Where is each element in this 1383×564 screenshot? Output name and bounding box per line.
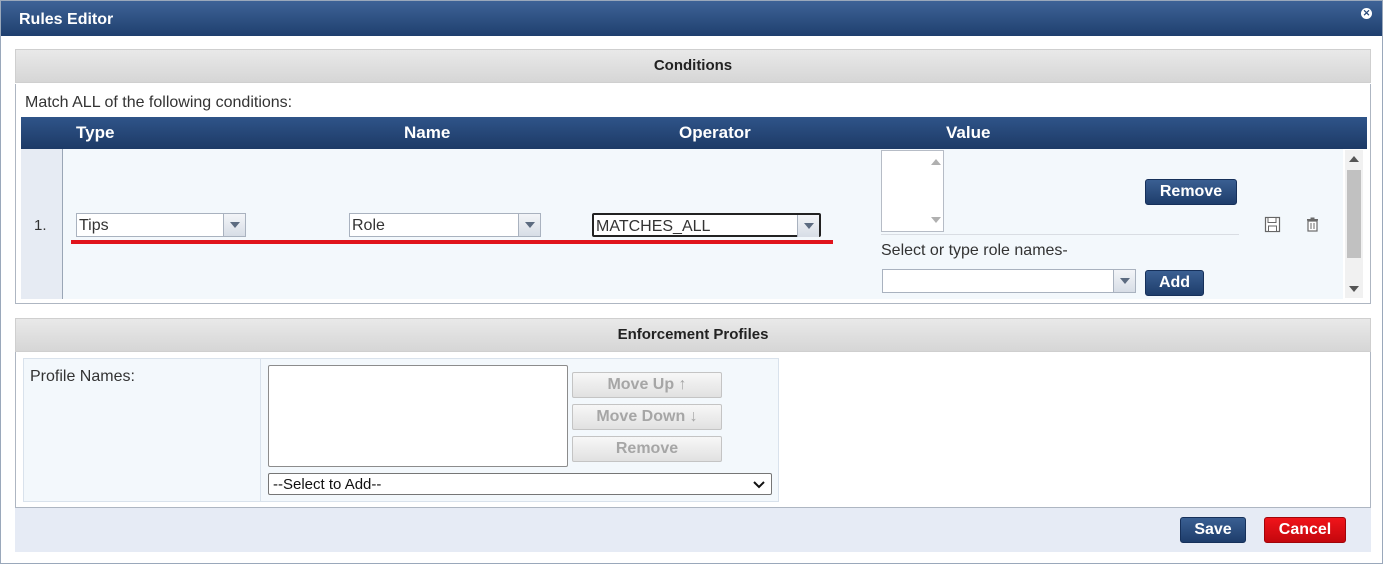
save-icon[interactable]: [1264, 216, 1281, 233]
dialog-footer: [15, 508, 1371, 552]
operator-value: MATCHES_ALL: [596, 218, 711, 235]
value-divider: [881, 234, 1239, 235]
remove-profile-button[interactable]: Remove: [572, 436, 722, 462]
type-select[interactable]: Tips: [76, 213, 246, 237]
enforcement-header: Enforcement Profiles: [15, 318, 1371, 352]
select-to-add-dropdown[interactable]: --Select to Add--: [268, 473, 772, 495]
conditions-grid-header: Type Name Operator Value: [21, 117, 1367, 149]
chevron-down-icon: [753, 481, 765, 489]
dialog-titlebar[interactable]: Rules Editor ✕: [1, 1, 1382, 36]
dropdown-arrow-icon[interactable]: [1113, 270, 1135, 292]
column-operator: Operator: [679, 123, 751, 142]
row-number-cell: 1.: [21, 149, 63, 299]
dropdown-arrow-icon[interactable]: [797, 215, 819, 237]
dropdown-arrow-icon[interactable]: [518, 214, 540, 236]
column-name: Name: [404, 123, 451, 142]
close-icon[interactable]: ✕: [1361, 8, 1372, 19]
scroll-down-icon[interactable]: [931, 217, 941, 223]
operator-select[interactable]: MATCHES_ALL: [592, 213, 821, 237]
profile-names-list[interactable]: [268, 365, 568, 467]
profile-names-label: Profile Names:: [30, 368, 135, 385]
row-number: 1.: [34, 217, 47, 234]
conditions-header: Conditions: [15, 49, 1371, 83]
cancel-button[interactable]: Cancel: [1264, 517, 1346, 543]
scroll-up-icon[interactable]: [931, 159, 941, 165]
scroll-up-icon[interactable]: [1349, 156, 1359, 162]
remove-value-button[interactable]: Remove: [1145, 179, 1237, 205]
select-to-add-value: --Select to Add--: [273, 476, 382, 493]
column-value: Value: [946, 123, 991, 142]
save-button[interactable]: Save: [1180, 517, 1246, 543]
dialog-title: Rules Editor: [19, 11, 114, 28]
scrollbar-thumb[interactable]: [1347, 170, 1361, 258]
type-value: Tips: [79, 217, 109, 234]
scroll-down-icon[interactable]: [1349, 286, 1359, 292]
profile-label-cell: Profile Names:: [23, 358, 261, 502]
name-select[interactable]: Role: [349, 213, 541, 237]
role-combo[interactable]: [882, 269, 1136, 293]
move-down-button[interactable]: Move Down ↓: [572, 404, 722, 430]
match-label: Match ALL of the following conditions:: [25, 94, 293, 111]
name-value: Role: [352, 217, 385, 234]
column-type: Type: [76, 123, 115, 142]
row-scrollbar[interactable]: [1345, 150, 1363, 298]
move-up-button[interactable]: Move Up ↑: [572, 372, 722, 398]
highlight-underline: [71, 240, 833, 244]
rules-editor-dialog: Rules Editor ✕ Conditions Match ALL of t…: [0, 0, 1383, 564]
role-hint: Select or type role names-: [881, 242, 1068, 259]
add-value-button[interactable]: Add: [1145, 270, 1204, 296]
dropdown-arrow-icon[interactable]: [223, 214, 245, 236]
trash-icon[interactable]: [1305, 217, 1320, 232]
value-listbox[interactable]: [881, 150, 944, 232]
